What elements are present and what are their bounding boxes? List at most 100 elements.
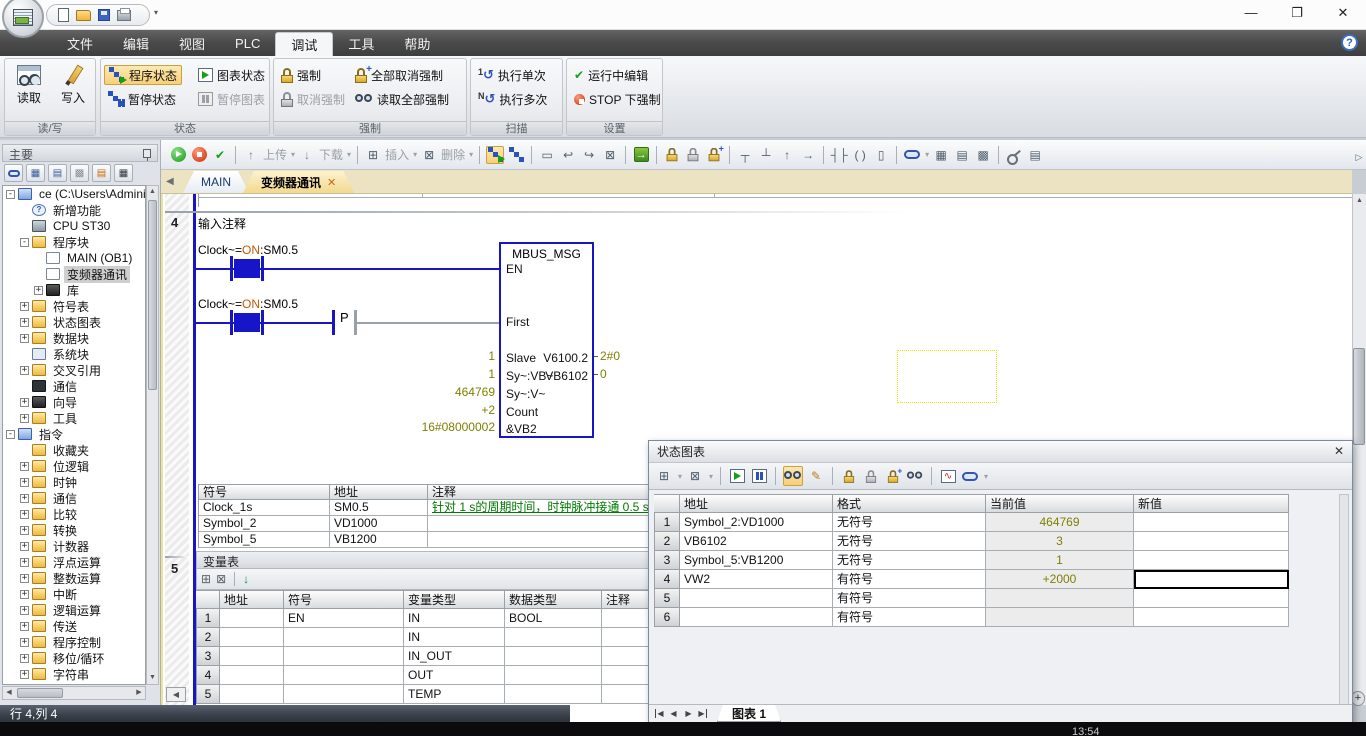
cell[interactable]: EN	[284, 609, 404, 628]
tree-item-shift-rotate[interactable]: +移位/循环	[3, 650, 145, 666]
cell[interactable]: 无符号	[833, 551, 986, 570]
stop-icon[interactable]	[190, 146, 208, 164]
tree-item-cross-reference[interactable]: +交叉引用	[3, 362, 145, 378]
column-header[interactable]	[654, 494, 680, 513]
cell[interactable]: Symbol_5:VB1200	[680, 551, 833, 570]
close-button[interactable]: ✕	[1328, 5, 1358, 21]
address-tag-caret-icon[interactable]: ▾	[925, 150, 929, 159]
print-icon[interactable]	[117, 10, 131, 21]
chart-status-button[interactable]: 图表状态	[194, 65, 269, 85]
contact[interactable]	[261, 310, 264, 335]
force-lock-icon[interactable]	[663, 146, 681, 164]
tree-item-compare[interactable]: +比较	[3, 506, 145, 522]
tab-scroll-left-icon[interactable]: ◀	[166, 176, 174, 187]
tree-item-status-chart[interactable]: +状态图表	[3, 314, 145, 330]
row-number[interactable]: 1	[196, 609, 220, 628]
download-label[interactable]: 下载	[319, 146, 343, 163]
line-right-icon[interactable]: →	[799, 146, 817, 164]
scrollbar-thumb[interactable]	[17, 688, 63, 698]
tree-item-counters[interactable]: +计数器	[3, 538, 145, 554]
delete-row-caret-icon[interactable]: ▾	[709, 472, 713, 481]
branch-down-icon[interactable]: ┬	[736, 146, 754, 164]
goto-icon[interactable]: →	[632, 146, 650, 164]
column-header[interactable]: 地址	[330, 484, 428, 500]
insert-icon[interactable]: ⊞	[364, 146, 382, 164]
unforce-all-button[interactable]: + 全部取消强制	[351, 65, 447, 85]
address-tag-icon[interactable]	[961, 466, 979, 486]
row-number[interactable]: 4	[196, 666, 220, 685]
download-icon[interactable]: ↓	[298, 146, 316, 164]
new-file-icon[interactable]	[58, 8, 69, 22]
cell[interactable]	[505, 666, 602, 685]
contact[interactable]	[261, 256, 264, 281]
output-value[interactable]: 0	[600, 367, 607, 381]
chart-tab[interactable]: 图表 1	[717, 705, 781, 722]
contact-powered[interactable]	[234, 313, 260, 332]
ladder-edit-icon[interactable]: ▩	[974, 146, 992, 164]
tree-item-interrupt[interactable]: +中断	[3, 586, 145, 602]
force-button[interactable]: 强制	[277, 65, 325, 85]
cell[interactable]	[680, 608, 833, 627]
prev-bookmark-icon[interactable]: ↩	[559, 146, 577, 164]
column-header[interactable]: 当前值	[986, 494, 1134, 513]
tree-item-instructions[interactable]: -指令	[3, 426, 145, 442]
cell[interactable]: VW2	[680, 570, 833, 589]
save-icon[interactable]	[98, 9, 110, 21]
read-forced-icon[interactable]	[906, 466, 924, 486]
column-header[interactable]: 数据类型	[505, 590, 602, 609]
properties-icon[interactable]: ▤	[1026, 146, 1044, 164]
menu-view[interactable]: 视图	[164, 30, 220, 56]
pause-chart-button[interactable]: 暂停图表	[194, 89, 269, 109]
unforce-lock-icon[interactable]	[862, 466, 880, 486]
output-value[interactable]: 2#0	[600, 349, 620, 363]
tree-item-program-control[interactable]: +程序控制	[3, 634, 145, 650]
edge-contact[interactable]	[332, 310, 335, 335]
menu-debug[interactable]: 调试	[275, 32, 333, 56]
cell[interactable]: Symbol_5	[199, 532, 330, 548]
next-chart-icon[interactable]: ▶	[682, 709, 695, 718]
download-var-icon[interactable]: ↓	[243, 572, 249, 586]
cell[interactable]: OUT	[404, 666, 505, 685]
column-header[interactable]: 符号	[284, 590, 404, 609]
read-status-icon[interactable]	[783, 466, 803, 486]
cell[interactable]	[284, 628, 404, 647]
param-value[interactable]: +2	[355, 403, 495, 417]
scroll-left-icon[interactable]: ◀	[3, 687, 15, 699]
chart-play-icon[interactable]	[728, 466, 746, 486]
tree-item-symbol-table[interactable]: +符号表	[3, 298, 145, 314]
status-chart-titlebar[interactable]: 状态图表 ✕	[649, 441, 1352, 463]
param-value[interactable]: 16#08000002	[355, 420, 495, 434]
insert-row-icon[interactable]: ⊞	[655, 466, 673, 486]
tree-item-comm-instr[interactable]: +通信	[3, 490, 145, 506]
insert-row-caret-icon[interactable]: ▾	[678, 472, 682, 481]
tree-item-drive-comm[interactable]: 变频器通讯	[3, 266, 145, 282]
monitor-view-icon[interactable]: ▦	[114, 164, 133, 182]
menu-help[interactable]: 帮助	[389, 30, 445, 56]
execute-multiple-button[interactable]: N↺ 执行多次	[474, 89, 551, 109]
tree-item-integer-math[interactable]: +整数运算	[3, 570, 145, 586]
cell[interactable]	[220, 609, 284, 628]
run-icon[interactable]	[169, 146, 187, 164]
delete-row-icon[interactable]: ⊠	[216, 572, 226, 586]
program-status-button[interactable]: 程序状态	[104, 65, 182, 85]
scroll-down-icon[interactable]: ▼	[147, 672, 158, 684]
upload-label[interactable]: 上传	[263, 146, 287, 163]
qat-customize-icon[interactable]: ▾	[154, 8, 158, 17]
tree-item-string[interactable]: +字符串	[3, 666, 145, 682]
param-value[interactable]: 1	[355, 349, 495, 363]
status-chart-scrollbar[interactable]	[1339, 494, 1349, 706]
help-icon[interactable]: ?	[1341, 34, 1358, 51]
current-value-cell[interactable]: 1	[986, 551, 1134, 570]
close-icon[interactable]: ✕	[1334, 444, 1344, 458]
cell[interactable]: 无符号	[833, 513, 986, 532]
cell[interactable]: IN	[404, 628, 505, 647]
program-status-toggle-icon[interactable]	[486, 146, 504, 164]
insert-contact-icon[interactable]: ┤├	[830, 146, 848, 164]
pin-icon[interactable]	[143, 149, 151, 158]
doc-gray-icon[interactable]: ▩	[70, 164, 89, 182]
row-number[interactable]: 1	[654, 513, 680, 532]
status-chart-window[interactable]: 状态图表 ✕ ⊞▾ ⊠▾ ✎ + ∿ ▾ 地址 格式	[648, 440, 1353, 723]
tree-item-main-ob1[interactable]: MAIN (OB1)	[3, 250, 145, 266]
scroll-up-icon[interactable]: ▲	[1354, 195, 1365, 207]
cell[interactable]: First_Scan_On	[199, 194, 423, 198]
